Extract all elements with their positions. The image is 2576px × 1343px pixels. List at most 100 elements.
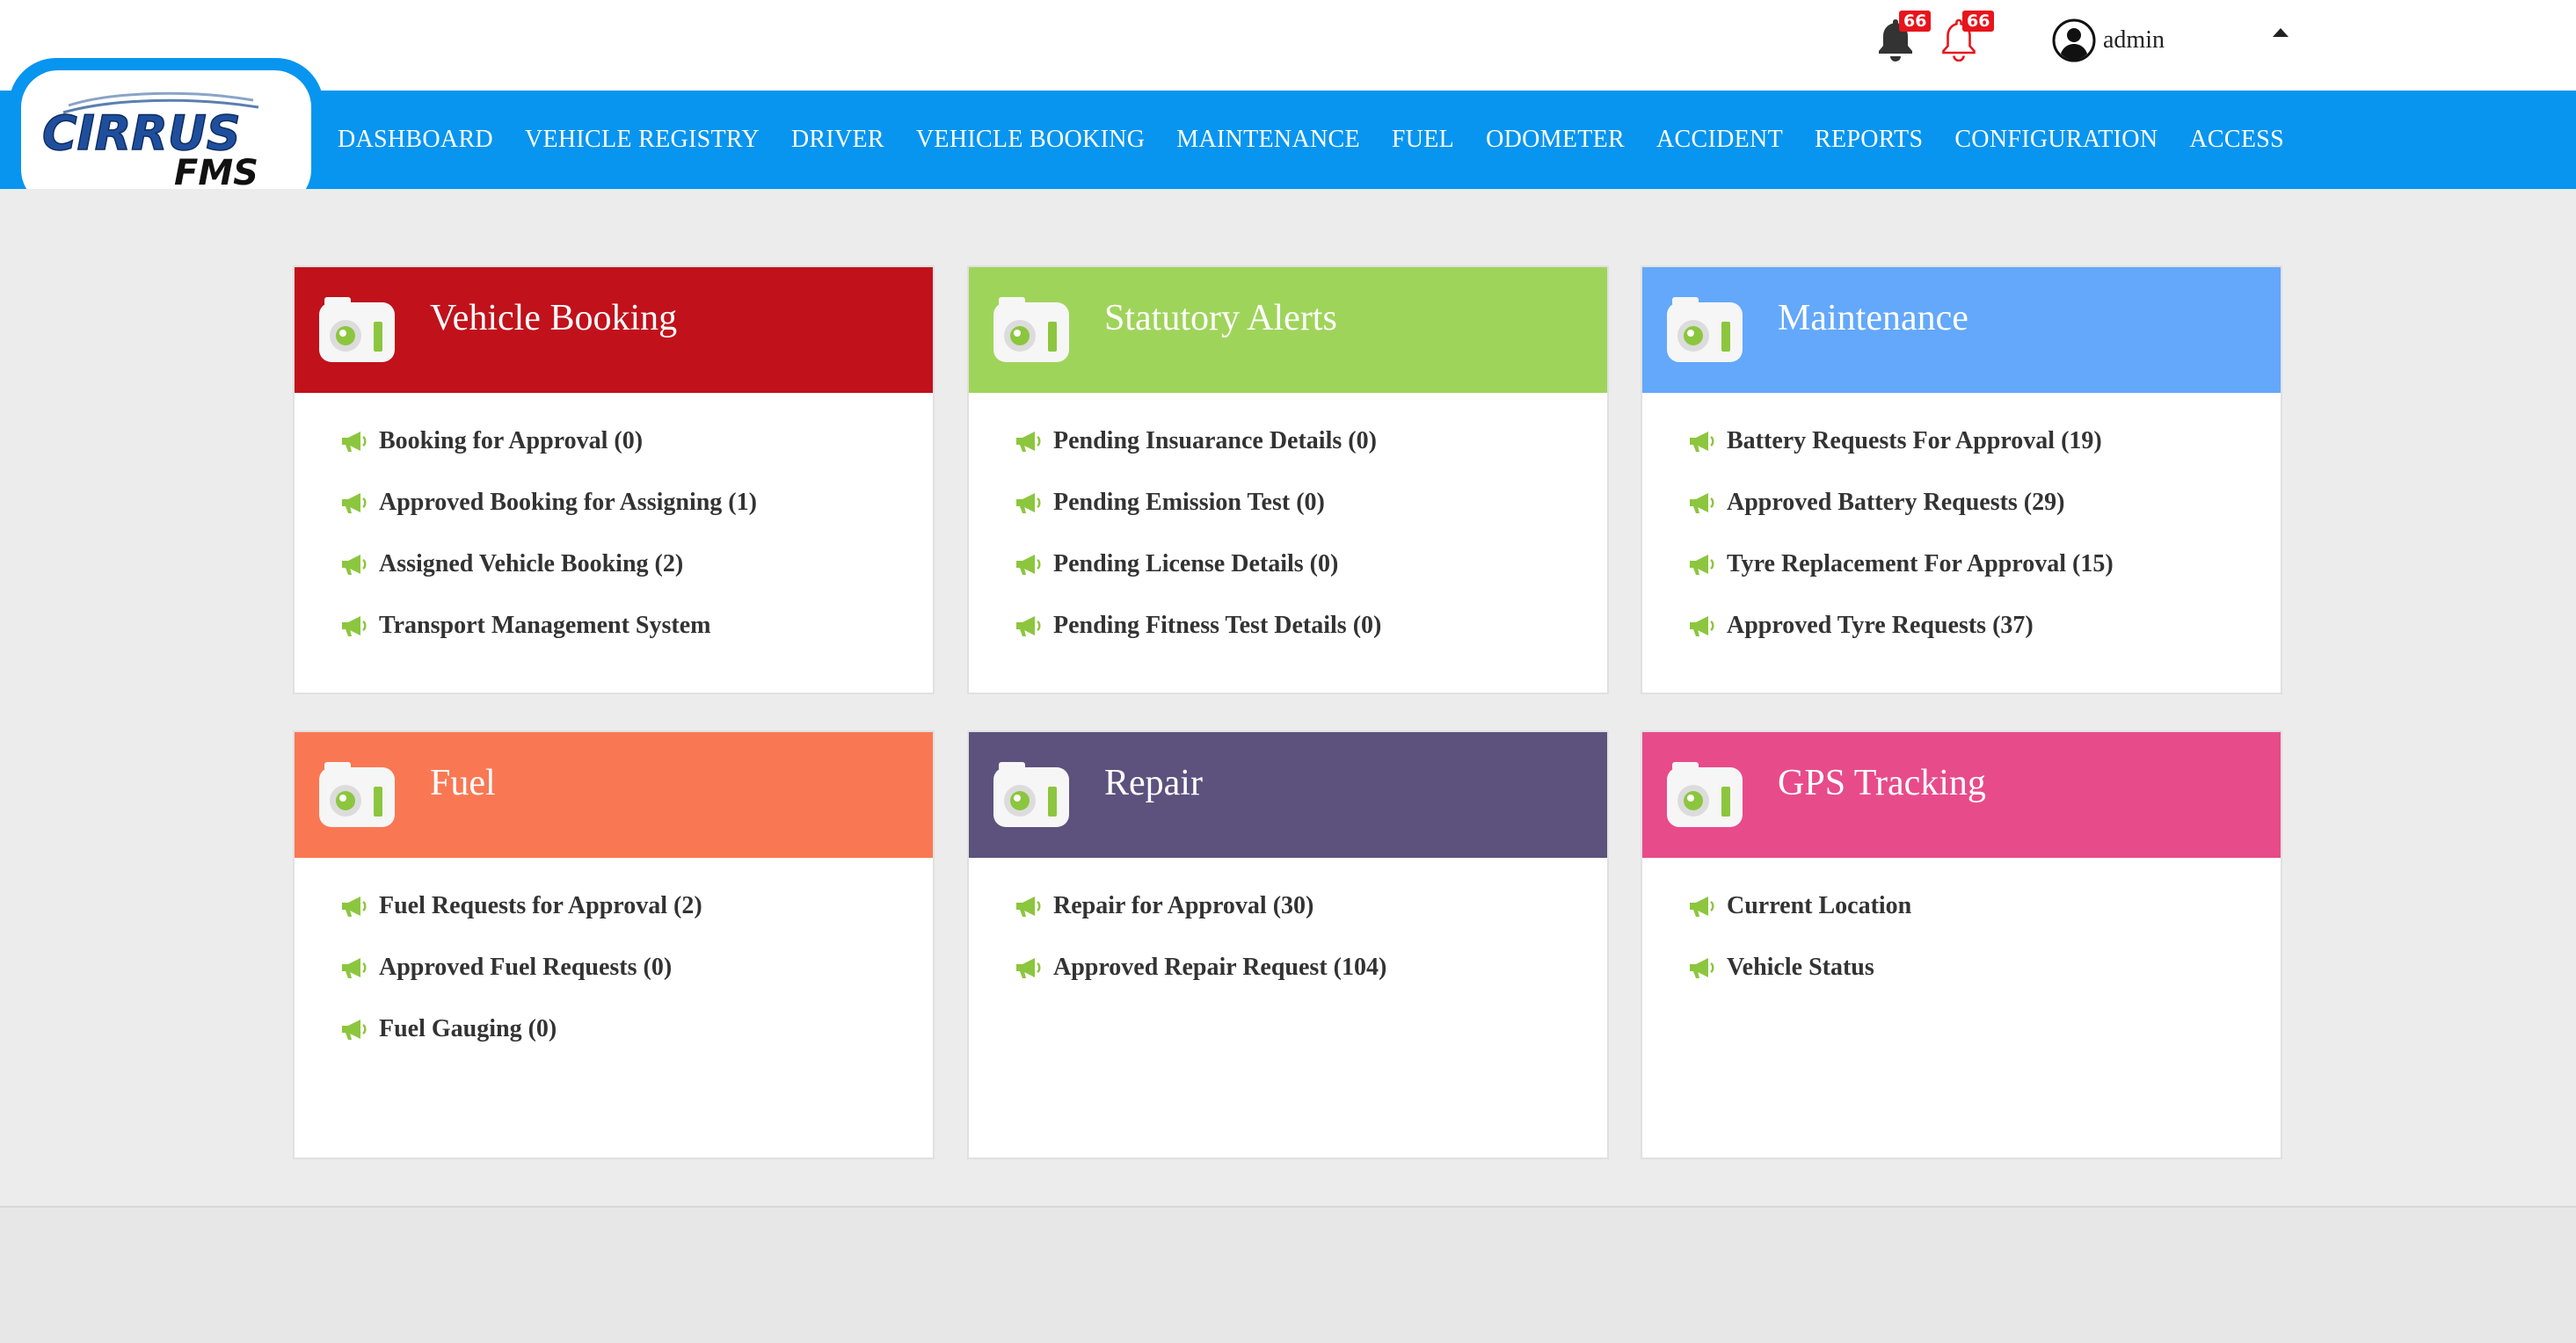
nav-fuel[interactable]: FUEL [1392,126,1454,154]
notification-bell-outline[interactable]: 66 [1934,11,1995,67]
megaphone-icon [1690,432,1714,452]
megaphone-icon [342,616,367,636]
card-title: Repair [1104,763,1203,803]
camera-icon [319,762,395,827]
card-fuel: Fuel Fuel Requests for Approval (2) Appr… [293,730,935,1159]
list-item[interactable]: Approved Repair Request (104) [969,937,1607,998]
main-nav: DASHBOARD VEHICLE REGISTRY DRIVER VEHICL… [338,91,2316,189]
notification-badge: 66 [1962,11,1995,32]
item-label: Pending Fitness Test Details (0) [1053,612,1382,639]
megaphone-icon [1016,616,1041,636]
list-item[interactable]: Battery Requests For Approval (19) [1642,410,2281,472]
megaphone-icon [342,493,367,513]
card-header: Fuel [295,732,933,858]
card-repair: Repair Repair for Approval (30) Approved… [967,730,1609,1159]
megaphone-icon [1690,958,1714,978]
megaphone-icon [1016,958,1041,978]
card-title: Statutory Alerts [1104,298,1337,338]
item-label: Pending Insuarance Details (0) [1053,427,1377,454]
item-label: Repair for Approval (30) [1053,892,1314,919]
megaphone-icon [342,432,367,452]
list-item[interactable]: Transport Management System [295,595,933,657]
list-item[interactable]: Approved Tyre Requests (37) [1642,595,2281,657]
megaphone-icon [1016,493,1041,513]
item-label: Current Location [1727,892,1912,919]
list-item[interactable]: Booking for Approval (0) [295,410,933,472]
list-item[interactable]: Tyre Replacement For Approval (15) [1642,534,2281,595]
card-header: GPS Tracking [1642,732,2281,858]
nav-dashboard[interactable]: DASHBOARD [338,126,493,154]
item-label: Pending License Details (0) [1053,550,1339,577]
megaphone-icon [1016,555,1041,575]
megaphone-icon [342,1020,367,1040]
megaphone-icon [342,555,367,575]
caret-up-icon[interactable] [2273,28,2289,37]
nav-vehicle-registry[interactable]: VEHICLE REGISTRY [525,126,760,154]
user-avatar-icon [2052,18,2096,62]
item-label: Approved Fuel Requests (0) [379,954,673,981]
card-header: Statutory Alerts [969,267,1607,393]
item-label: Battery Requests For Approval (19) [1727,427,2102,454]
item-label: Approved Battery Requests (29) [1727,489,2065,516]
card-title: Vehicle Booking [430,298,678,338]
list-item[interactable]: Pending Insuarance Details (0) [969,410,1607,472]
nav-access[interactable]: ACCESS [2189,126,2284,154]
nav-vehicle-booking[interactable]: VEHICLE BOOKING [916,126,1145,154]
megaphone-icon [1690,555,1714,575]
list-item[interactable]: Fuel Requests for Approval (2) [295,875,933,937]
nav-accident[interactable]: ACCIDENT [1656,126,1783,154]
camera-icon [993,297,1069,362]
logo-graphic: CIRRUS FMS [41,91,259,192]
notification-bell-filled[interactable]: 66 [1871,11,1932,67]
item-label: Pending Emission Test (0) [1053,489,1325,516]
megaphone-icon [1016,432,1041,452]
list-item[interactable]: Current Location [1642,875,2281,937]
nav-configuration[interactable]: CONFIGURATION [1954,126,2158,154]
card-statutory-alerts: Statutory Alerts Pending Insuarance Deta… [967,265,1609,694]
list-item[interactable]: Repair for Approval (30) [969,875,1607,937]
card-title: Maintenance [1778,298,1968,338]
item-label: Fuel Requests for Approval (2) [379,892,702,919]
nav-reports[interactable]: REPORTS [1815,126,1923,154]
megaphone-icon [1690,493,1714,513]
list-item[interactable]: Assigned Vehicle Booking (2) [295,534,933,595]
nav-maintenance[interactable]: MAINTENANCE [1176,126,1360,154]
camera-icon [1667,762,1743,827]
svg-text:FMS: FMS [174,153,258,192]
item-label: Approved Repair Request (104) [1053,954,1387,981]
list-item[interactable]: Vehicle Status [1642,937,2281,998]
user-menu[interactable]: admin [2052,18,2165,63]
item-label: Vehicle Status [1727,954,1874,981]
card-header: Repair [969,732,1607,858]
megaphone-icon [1690,616,1714,636]
list-item[interactable]: Pending Emission Test (0) [969,472,1607,534]
megaphone-icon [342,958,367,978]
list-item[interactable]: Pending License Details (0) [969,534,1607,595]
list-item[interactable]: Approved Booking for Assigning (1) [295,472,933,534]
card-title: Fuel [430,763,496,803]
footer [0,1206,2576,1343]
nav-odometer[interactable]: ODOMETER [1486,126,1625,154]
nav-driver[interactable]: DRIVER [791,126,884,154]
camera-icon [993,762,1069,827]
list-item[interactable]: Pending Fitness Test Details (0) [969,595,1607,657]
item-label: Transport Management System [379,612,711,639]
card-header: Maintenance [1642,267,2281,393]
list-item[interactable]: Fuel Gauging (0) [295,998,933,1060]
megaphone-icon [342,897,367,917]
list-item[interactable]: Approved Battery Requests (29) [1642,472,2281,534]
card-vehicle-booking: Vehicle Booking Booking for Approval (0)… [293,265,935,694]
megaphone-icon [1016,897,1041,917]
dashboard-cards: Vehicle Booking Booking for Approval (0)… [293,265,2283,1160]
list-item[interactable]: Approved Fuel Requests (0) [295,937,933,998]
card-title: GPS Tracking [1778,763,1986,803]
camera-icon [1667,297,1743,362]
card-gps-tracking: GPS Tracking Current Location Vehicle St… [1641,730,2282,1159]
card-maintenance: Maintenance Battery Requests For Approva… [1641,265,2282,694]
cirrus-fms-logo: CIRRUS FMS [21,70,311,207]
card-header: Vehicle Booking [295,267,933,393]
notification-badge: 66 [1899,11,1932,32]
item-label: Fuel Gauging (0) [379,1015,557,1042]
user-name: admin [2103,26,2165,54]
item-label: Approved Tyre Requests (37) [1727,612,2034,639]
